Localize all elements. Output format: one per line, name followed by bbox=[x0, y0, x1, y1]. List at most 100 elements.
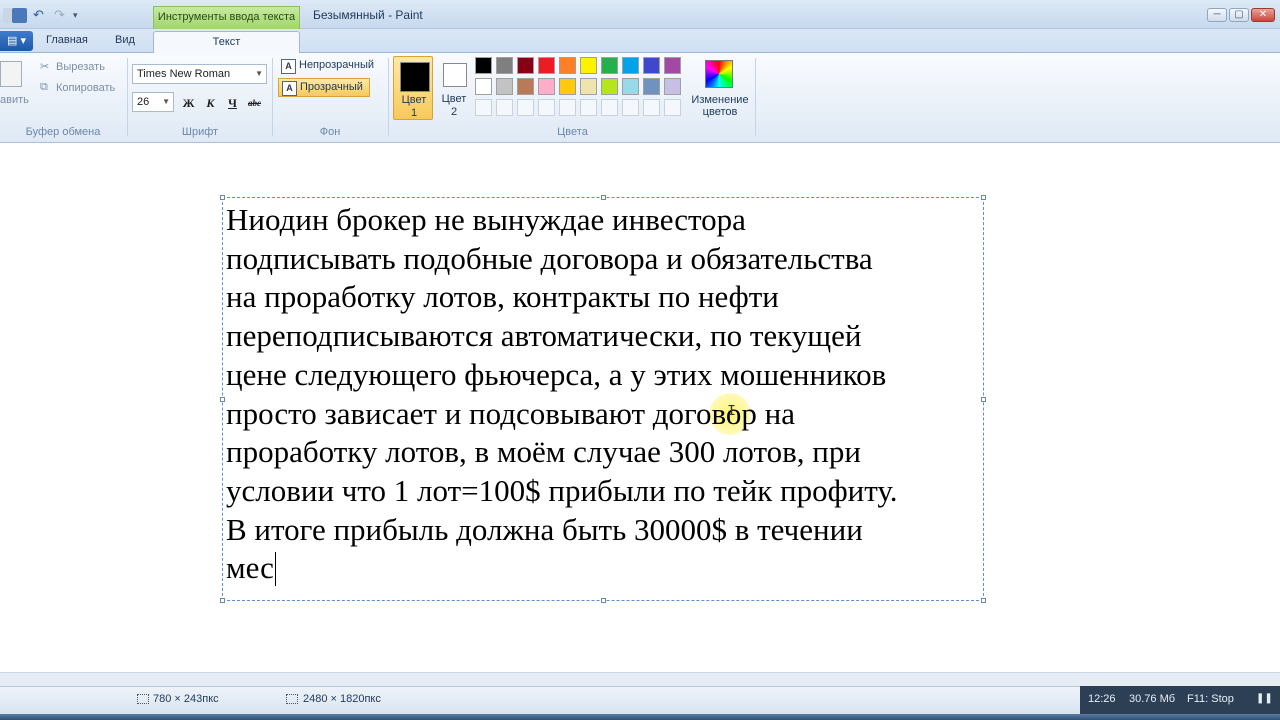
palette-swatch[interactable] bbox=[601, 78, 618, 95]
palette-empty-swatch[interactable] bbox=[643, 99, 660, 116]
palette-empty-swatch[interactable] bbox=[496, 99, 513, 116]
group-separator bbox=[755, 58, 756, 136]
paint-menu-button[interactable]: ▤ ▾ bbox=[0, 31, 33, 51]
edit-colors-button[interactable]: Изменение цветов bbox=[691, 58, 749, 120]
resize-handle[interactable] bbox=[220, 195, 225, 200]
background-opaque-button[interactable]: A Непрозрачный bbox=[278, 57, 382, 76]
color-1-button[interactable]: Цвет 1 bbox=[393, 56, 433, 120]
scissors-icon: ✂ bbox=[40, 61, 50, 73]
font-family-value: Times New Roman bbox=[137, 68, 231, 80]
palette-empty-swatch[interactable] bbox=[475, 99, 492, 116]
palette-swatch[interactable] bbox=[559, 78, 576, 95]
palette-empty-swatch[interactable] bbox=[559, 99, 576, 116]
image-size-icon bbox=[286, 694, 298, 704]
background-group-label: Фон bbox=[319, 126, 341, 138]
color-1-swatch bbox=[400, 62, 430, 92]
copy-icon: ⧉ bbox=[40, 81, 48, 93]
recorder-stop-hotkey[interactable]: F11: Stop bbox=[1187, 693, 1234, 705]
window-title: Безымянный - Paint bbox=[313, 8, 423, 22]
palette-swatch[interactable] bbox=[664, 57, 681, 74]
color-1-label: Цвет 1 bbox=[401, 94, 427, 119]
font-group-label: Шрифт bbox=[181, 126, 219, 138]
selection-size-icon bbox=[137, 694, 149, 704]
redo-icon[interactable]: ↷ bbox=[54, 8, 69, 23]
palette-empty-swatch[interactable] bbox=[538, 99, 555, 116]
recorder-time: 12:26 bbox=[1088, 693, 1116, 705]
contextual-tab-header: Инструменты ввода текста bbox=[153, 6, 300, 30]
text-input-content[interactable]: Ниодин брокер не вынуждае инвестора подп… bbox=[226, 201, 978, 588]
palette-swatch[interactable] bbox=[580, 78, 597, 95]
close-button[interactable]: ✕ bbox=[1251, 8, 1275, 22]
palette-swatch[interactable] bbox=[538, 57, 555, 74]
underline-button[interactable]: Ч bbox=[223, 93, 242, 112]
palette-empty-swatch[interactable] bbox=[664, 99, 681, 116]
bold-button[interactable]: Ж bbox=[179, 93, 198, 112]
undo-icon[interactable]: ↶ bbox=[33, 8, 48, 23]
palette-empty-swatch[interactable] bbox=[601, 99, 618, 116]
paste-icon[interactable] bbox=[0, 61, 22, 87]
selection-size: 780 × 243пкс bbox=[153, 693, 219, 705]
paste-button[interactable]: авить bbox=[0, 94, 29, 106]
palette-swatch[interactable] bbox=[517, 57, 534, 74]
color-2-swatch bbox=[443, 63, 467, 87]
transparent-icon: A bbox=[282, 81, 297, 96]
palette-swatch[interactable] bbox=[643, 78, 660, 95]
resize-handle[interactable] bbox=[601, 598, 606, 603]
color-2-label: Цвет 2 bbox=[441, 93, 467, 118]
tab-text[interactable]: Текст bbox=[153, 31, 300, 55]
palette-swatch[interactable] bbox=[517, 78, 534, 95]
resize-handle[interactable] bbox=[220, 598, 225, 603]
chevron-down-icon: ▼ bbox=[162, 97, 170, 106]
background-transparent-button[interactable]: A Прозрачный bbox=[278, 78, 370, 97]
italic-button[interactable]: К bbox=[201, 93, 220, 112]
tab-home[interactable]: Главная bbox=[46, 34, 88, 46]
resize-handle[interactable] bbox=[981, 598, 986, 603]
opaque-icon: A bbox=[281, 59, 296, 74]
chevron-down-icon: ▼ bbox=[255, 69, 263, 78]
palette-swatch[interactable] bbox=[475, 57, 492, 74]
background-opaque-label: Непрозрачный bbox=[299, 59, 375, 71]
strikethrough-button[interactable]: abc bbox=[245, 93, 264, 112]
clipboard-group-label: Буфер обмена bbox=[25, 126, 101, 138]
cut-button[interactable]: Вырезать bbox=[56, 61, 105, 73]
background-transparent-label: Прозрачный bbox=[300, 81, 363, 93]
copy-button[interactable]: Копировать bbox=[56, 82, 115, 94]
palette-empty-swatch[interactable] bbox=[580, 99, 597, 116]
maximize-button[interactable]: ▢ bbox=[1229, 8, 1249, 22]
recorder-overlay: 12:26 30.76 Мб F11: Stop ❚❚ bbox=[1080, 686, 1280, 714]
palette-swatch[interactable] bbox=[622, 78, 639, 95]
resize-handle[interactable] bbox=[220, 397, 225, 402]
palette-swatch[interactable] bbox=[496, 57, 513, 74]
palette-swatch[interactable] bbox=[496, 78, 513, 95]
color-2-button[interactable]: Цвет 2 bbox=[434, 56, 474, 120]
image-size: 2480 × 1820пкс bbox=[303, 693, 381, 705]
recorder-memory: 30.76 Мб bbox=[1129, 693, 1176, 705]
group-separator bbox=[388, 58, 389, 136]
colors-group-label: Цвета bbox=[557, 126, 588, 138]
palette-empty-swatch[interactable] bbox=[517, 99, 534, 116]
minimize-button[interactable]: ─ bbox=[1207, 8, 1227, 22]
resize-handle[interactable] bbox=[981, 397, 986, 402]
palette-swatch[interactable] bbox=[664, 78, 681, 95]
palette-swatch[interactable] bbox=[538, 78, 555, 95]
resize-handle[interactable] bbox=[981, 195, 986, 200]
font-family-select[interactable]: Times New Roman ▼ bbox=[132, 64, 267, 84]
recorder-pause-button[interactable]: ❚❚ bbox=[1256, 693, 1273, 704]
font-size-select[interactable]: 26 ▼ bbox=[132, 92, 174, 112]
customize-quick-access-icon[interactable]: ▾ bbox=[73, 8, 88, 23]
palette-swatch[interactable] bbox=[475, 78, 492, 95]
palette-swatch[interactable] bbox=[622, 57, 639, 74]
palette-empty-swatch[interactable] bbox=[622, 99, 639, 116]
palette-swatch[interactable] bbox=[643, 57, 660, 74]
text-caret bbox=[275, 552, 276, 586]
edit-colors-label: Изменение цветов bbox=[691, 94, 749, 118]
color-wheel-icon bbox=[705, 60, 733, 88]
tab-view[interactable]: Вид bbox=[115, 34, 135, 46]
palette-swatch[interactable] bbox=[580, 57, 597, 74]
horizontal-scrollbar[interactable] bbox=[0, 672, 1280, 686]
palette-swatch[interactable] bbox=[601, 57, 618, 74]
save-icon[interactable] bbox=[12, 8, 27, 23]
resize-handle[interactable] bbox=[601, 195, 606, 200]
ibeam-cursor-icon: I bbox=[727, 403, 737, 420]
palette-swatch[interactable] bbox=[559, 57, 576, 74]
